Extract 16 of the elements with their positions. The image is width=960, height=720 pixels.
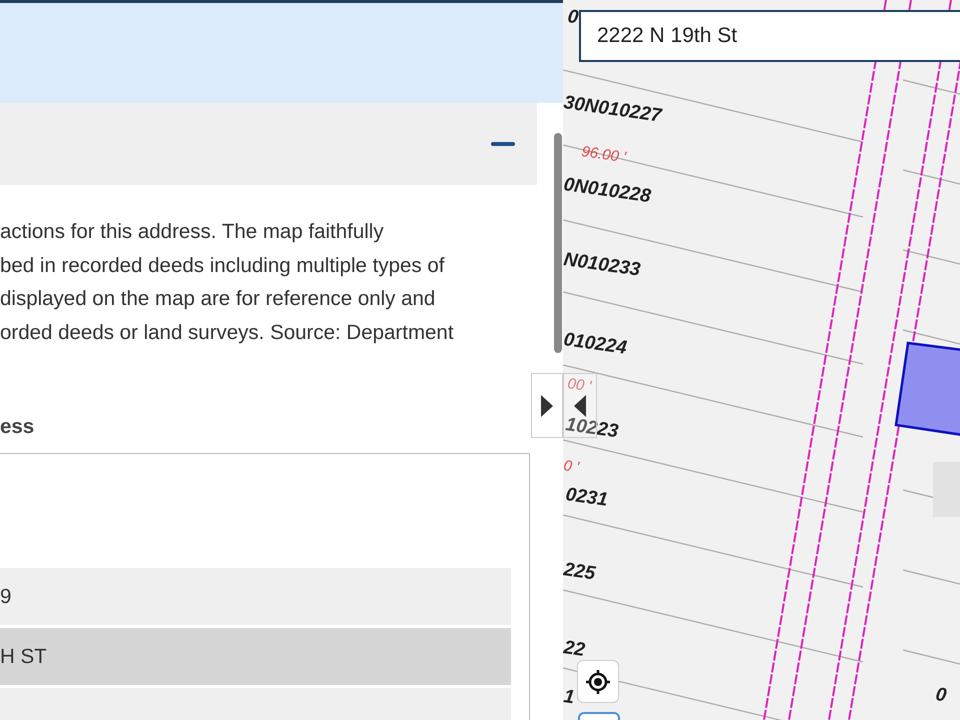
parcel-label: 225 [563,559,597,584]
parcel-label: 0N010228 [563,174,652,208]
parcel-label: 0 [934,684,948,706]
dimension-label: 00 ' [566,375,592,396]
parcel-label: N010233 [563,249,642,281]
dimension-label: 0 ' [563,457,580,476]
parcel-label: 10223 [564,414,620,442]
field-label: ess [0,415,36,439]
parcel-label: 010224 [563,329,628,359]
parcel-label: 1 [563,686,576,708]
parcel-label: 22 [563,637,586,661]
parcel-label: 0 [566,6,580,28]
dimension-label: 96.00 ' [580,143,627,166]
parcel-label: 30N010227 [563,92,663,127]
parcel-label: 0231 [564,484,610,511]
description-text: actions for this address. The map faithfully bed in recorded deeds including multiple types of displayed on the map are for reference only and orded deeds or land surveys. Source: Department [0,219,455,346]
